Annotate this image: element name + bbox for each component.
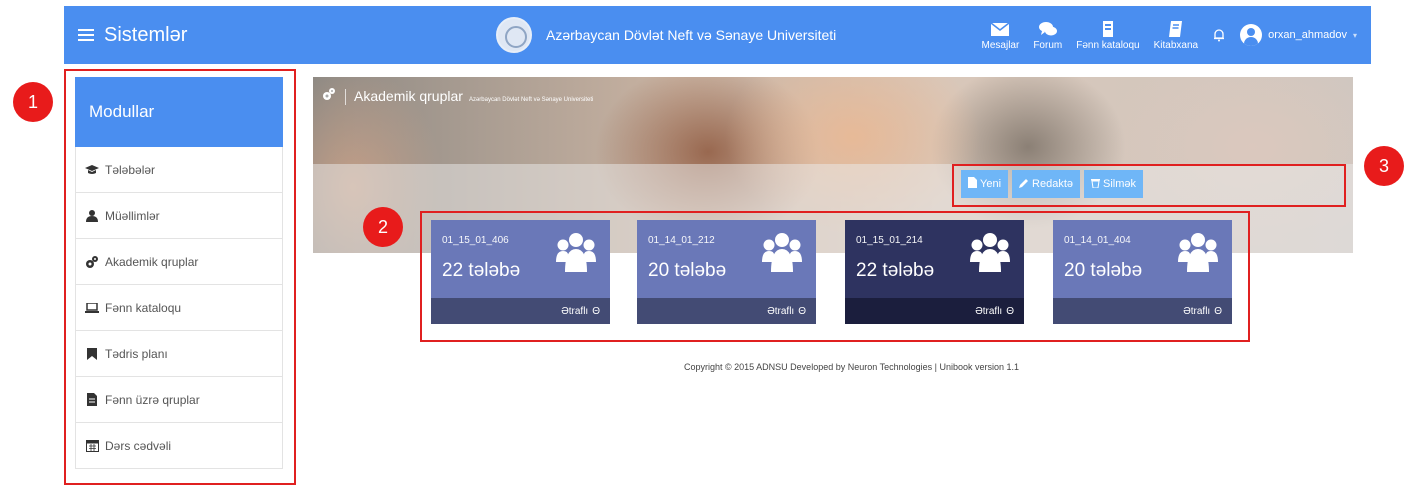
page-subtitle: Azərbaycan Dövlət Neft və Sənaye Univers… (468, 97, 594, 103)
username: orxan_ahmadov (1268, 29, 1347, 41)
book-icon (1168, 20, 1182, 37)
new-button-label: Yeni (980, 178, 1002, 190)
page-title: Akademik qruplar (354, 88, 463, 104)
sidebar-item-label: Fənn kataloqu (105, 300, 182, 315)
bookmark-icon (85, 347, 99, 361)
nav-item-messages[interactable]: Mesajlar (981, 20, 1020, 51)
divider (345, 88, 346, 105)
more-label: Ətraflı (767, 305, 795, 317)
annotation-marker-1: 1 (13, 82, 53, 122)
page-title-bar: Akademik qruplar Azərbaycan Dövlət Neft … (321, 87, 593, 106)
university-name: Azərbaycan Dövlət Neft və Sənaye Univers… (546, 27, 837, 43)
graduation-cap-icon (85, 163, 99, 177)
nav-item-label: Kitabxana (1153, 39, 1199, 51)
sidebar-item-students[interactable]: Tələbələr (75, 147, 283, 193)
card-footer-more[interactable]: Ətraflı Θ (1053, 298, 1232, 324)
sidebar-item-label: Tələbələr (105, 162, 156, 177)
sidebar-item-label: Akademik qruplar (105, 254, 199, 269)
trash-icon (1091, 178, 1100, 191)
top-navbar: Sistemlər Azərbaycan Dövlət Neft və Səna… (64, 6, 1371, 64)
card-body: 01_14_01_212 20 tələbə (637, 220, 816, 298)
university-header: Azərbaycan Dövlət Neft və Sənaye Univers… (496, 6, 836, 64)
users-icon (970, 233, 1010, 272)
circle-arrow-icon: Θ (592, 305, 600, 317)
chevron-down-icon: ▾ (1352, 30, 1357, 40)
cogs-icon (85, 255, 99, 269)
pencil-icon (1019, 178, 1029, 191)
circle-arrow-icon: Θ (1006, 305, 1014, 317)
book-stack-icon (1102, 20, 1113, 37)
annotation-marker-3: 3 (1364, 146, 1404, 186)
document-icon (85, 393, 99, 407)
more-label: Ətraflı (561, 305, 589, 317)
sidebar-item-label: Fənn üzrə qruplar (105, 392, 200, 407)
edit-button[interactable]: Redaktə (1012, 170, 1080, 198)
bell-icon[interactable] (1212, 28, 1226, 42)
group-code: 01_15_01_214 (856, 235, 923, 246)
nav-item-library[interactable]: Kitabxana (1154, 20, 1198, 51)
card-footer-more[interactable]: Ətraflı Θ (431, 298, 610, 324)
nav-right: Mesajlar Forum Fənn kataloqu Kitabxana o… (982, 6, 1357, 64)
group-card[interactable]: 01_15_01_406 22 tələbə Ətraflı Θ (431, 220, 610, 324)
nav-item-forum[interactable]: Forum (1033, 20, 1062, 51)
cogs-icon (321, 87, 337, 106)
nav-item-label: Fənn kataloqu (1076, 39, 1140, 51)
circle-arrow-icon: Θ (1214, 305, 1222, 317)
user-menu[interactable]: orxan_ahmadov ▾ (1240, 24, 1357, 46)
group-card[interactable]: 01_14_01_404 20 tələbə Ətraflı Θ (1053, 220, 1232, 324)
sidebar-item-course-catalog[interactable]: Fənn kataloqu (75, 285, 283, 331)
avatar (1240, 24, 1263, 46)
sidebar-item-schedule[interactable]: Dərs cədvəli (75, 423, 283, 469)
brand-label: Sistemlər (104, 23, 188, 46)
group-code: 01_14_01_212 (648, 235, 715, 246)
annotation-marker-2: 2 (363, 207, 403, 247)
new-button[interactable]: Yeni (961, 170, 1009, 198)
chat-icon (1038, 21, 1057, 35)
more-label: Ətraflı (975, 305, 1003, 317)
nav-item-catalog[interactable]: Fənn kataloqu (1076, 20, 1140, 51)
users-icon (1178, 233, 1218, 272)
student-count: 20 tələbə (648, 260, 727, 281)
more-label: Ətraflı (1183, 305, 1211, 317)
sidebar-item-label: Dərs cədvəli (105, 438, 172, 453)
envelope-icon (990, 21, 1010, 36)
calendar-icon (85, 439, 99, 453)
sidebar-item-teachers[interactable]: Müəllimlər (75, 193, 283, 239)
edit-button-label: Redaktə (1032, 178, 1073, 190)
student-count: 20 tələbə (1064, 260, 1143, 281)
action-toolbar: Yeni Redaktə Silmək (961, 170, 1144, 198)
group-card[interactable]: 01_14_01_212 20 tələbə Ətraflı Θ (637, 220, 816, 324)
sidebar-item-label: Müəllimlər (105, 208, 160, 223)
sidebar-header: Modullar (75, 77, 283, 147)
menu-icon[interactable] (78, 29, 94, 41)
user-icon (85, 209, 99, 223)
file-icon (968, 177, 977, 191)
sidebar-item-academic-groups[interactable]: Akademik qruplar (75, 239, 283, 285)
nav-brand[interactable]: Sistemlər (78, 6, 187, 64)
users-icon (762, 233, 802, 272)
sidebar-item-label: Tədris planı (105, 346, 168, 361)
card-body: 01_15_01_214 22 tələbə (845, 220, 1024, 298)
sidebar-item-subject-groups[interactable]: Fənn üzrə qruplar (75, 377, 283, 423)
circle-arrow-icon: Θ (798, 305, 806, 317)
nav-item-label: Forum (1033, 39, 1063, 51)
copyright-text: Copyright © 2015 ADNSU Developed by Neur… (684, 362, 1019, 372)
copyright-footer: Copyright © 2015 ADNSU Developed by Neur… (0, 362, 1413, 372)
card-body: 01_14_01_404 20 tələbə (1053, 220, 1232, 298)
student-count: 22 tələbə (856, 260, 935, 281)
student-count: 22 tələbə (442, 260, 521, 281)
group-code: 01_15_01_406 (442, 235, 509, 246)
users-icon (556, 233, 596, 272)
nav-item-label: Mesajlar (981, 39, 1020, 51)
delete-button[interactable]: Silmək (1084, 170, 1144, 198)
card-footer-more[interactable]: Ətraflı Θ (845, 298, 1024, 324)
card-footer-more[interactable]: Ətraflı Θ (637, 298, 816, 324)
group-card[interactable]: 01_15_01_214 22 tələbə Ətraflı Θ (845, 220, 1024, 324)
laptop-icon (85, 301, 99, 315)
card-body: 01_15_01_406 22 tələbə (431, 220, 610, 298)
group-code: 01_14_01_404 (1064, 235, 1131, 246)
university-logo-icon (496, 17, 532, 53)
delete-button-label: Silmək (1103, 178, 1137, 190)
sidebar: Modullar Tələbələr Müəllimlər Akademik q… (75, 77, 283, 469)
